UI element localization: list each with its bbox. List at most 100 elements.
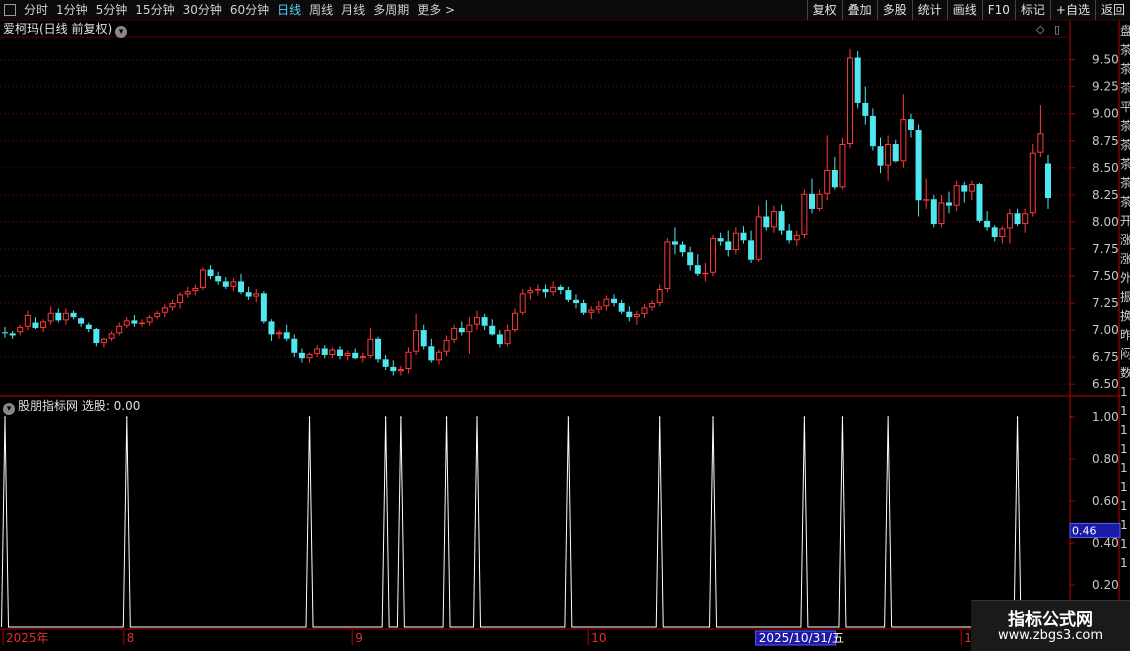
candle-body-up	[368, 339, 373, 355]
diamond-icon[interactable]: ◇	[1036, 23, 1044, 36]
candle-body-up	[650, 304, 655, 307]
candle-body-down	[71, 313, 77, 317]
candle	[428, 339, 434, 363]
period-tab[interactable]: 多周期	[369, 0, 413, 20]
period-tab[interactable]: 周线	[305, 0, 337, 20]
candle	[109, 331, 114, 341]
candle-body-down	[748, 240, 754, 259]
candle-body-down	[740, 233, 746, 241]
candle	[421, 325, 427, 350]
toolbar-button[interactable]: 画线	[947, 0, 982, 20]
candle	[665, 238, 670, 292]
candle	[200, 267, 205, 290]
candle-body-up	[825, 170, 830, 193]
strip-glyph: 茶	[1120, 117, 1130, 136]
period-tab[interactable]: 15分钟	[131, 0, 178, 20]
toolbar-button[interactable]: 叠加	[842, 0, 877, 20]
strip-glyph: 茶	[1120, 60, 1130, 79]
candle-body-up	[41, 322, 46, 327]
candle	[535, 285, 540, 296]
candle	[786, 224, 792, 243]
signal-peak	[126, 416, 128, 418]
candle-body-down	[908, 119, 914, 130]
candle	[725, 231, 731, 257]
toolbar-button[interactable]: 标记	[1015, 0, 1050, 20]
candle-body-up	[817, 194, 822, 208]
candle	[848, 49, 853, 149]
candle	[634, 311, 639, 325]
candle	[299, 348, 305, 362]
candle	[1038, 105, 1043, 157]
period-tab[interactable]: 5分钟	[92, 0, 132, 20]
toolbar-button[interactable]: F10	[982, 0, 1015, 20]
candle	[246, 287, 252, 300]
signal-peak	[712, 416, 714, 418]
period-tab[interactable]: 30分钟	[179, 0, 226, 20]
candle	[657, 285, 662, 307]
candle-body-up	[63, 313, 68, 320]
chevron-down-icon[interactable]: ▾	[115, 26, 127, 38]
toolbar-button[interactable]: 统计	[912, 0, 947, 20]
panel-toggle-icon[interactable]: ▯	[1054, 23, 1060, 36]
candle	[86, 323, 92, 333]
candle-body-down	[428, 346, 434, 360]
candle-body-up	[756, 217, 761, 259]
candle	[63, 308, 68, 324]
time-label: 2025/10/31/五	[759, 631, 844, 645]
main-chart-title[interactable]: 爱柯玛(日线 前复权)▾	[3, 21, 127, 38]
candle	[475, 311, 480, 330]
candle-body-up	[528, 291, 533, 293]
candle-body-down	[619, 303, 625, 312]
candle	[1023, 209, 1028, 233]
candle	[855, 51, 861, 108]
time-axis: 2025年89102025/10/31/五121	[3, 630, 1130, 645]
period-tab[interactable]: 60分钟	[226, 0, 273, 20]
candle-body-down	[855, 57, 861, 102]
toolbar-button[interactable]: 多股	[877, 0, 912, 20]
candle	[215, 272, 221, 285]
candle-body-down	[1015, 213, 1021, 224]
candle-body-up	[505, 331, 510, 344]
candle-body-down	[223, 281, 229, 286]
chevron-down-icon[interactable]: ▾	[3, 403, 15, 415]
candle	[398, 366, 403, 376]
candle	[817, 189, 822, 211]
period-tab[interactable]: 1分钟	[52, 0, 92, 20]
candle	[307, 353, 312, 363]
period-tab[interactable]: 日线	[273, 0, 305, 20]
candle-body-down	[383, 359, 389, 367]
strip-glyph: 茶	[1120, 193, 1130, 212]
candle-body-down	[763, 217, 769, 228]
candle	[939, 195, 944, 227]
candle-body-up	[307, 354, 312, 357]
candle-body-up	[733, 233, 738, 249]
candle-body-up	[886, 145, 891, 166]
toolbar-button[interactable]: 复权	[807, 0, 842, 20]
candle-body-down	[573, 300, 579, 303]
indicator-title[interactable]: ▾股朋指标网 选股: 0.00	[3, 398, 140, 415]
chart-canvas: 9.509.259.008.758.508.258.007.757.507.25…	[0, 0, 1130, 650]
time-label: 10	[591, 631, 606, 645]
candle-body-up	[596, 307, 601, 309]
strip-glyph: 闷	[1120, 345, 1130, 364]
candle	[78, 317, 84, 327]
candle-body-up	[802, 194, 807, 234]
candle	[147, 315, 152, 326]
toolbar-button[interactable]: 返回	[1095, 0, 1130, 20]
strip-glyph: 茶	[1120, 41, 1130, 60]
candle-body-down	[459, 328, 465, 332]
window-icon[interactable]	[4, 4, 16, 16]
candle	[740, 226, 746, 243]
period-tab[interactable]: 月线	[337, 0, 369, 20]
candle-body-down	[543, 289, 549, 292]
candle	[101, 338, 106, 348]
period-tab[interactable]: 更多 >	[413, 0, 459, 20]
candle	[1045, 155, 1051, 209]
candle	[352, 348, 358, 359]
candle	[322, 345, 328, 358]
candle	[573, 294, 579, 308]
toolbar-button[interactable]: +自选	[1050, 0, 1095, 20]
candle-body-up	[1038, 134, 1043, 152]
period-tab[interactable]: 分时	[20, 0, 52, 20]
candle	[497, 330, 503, 347]
